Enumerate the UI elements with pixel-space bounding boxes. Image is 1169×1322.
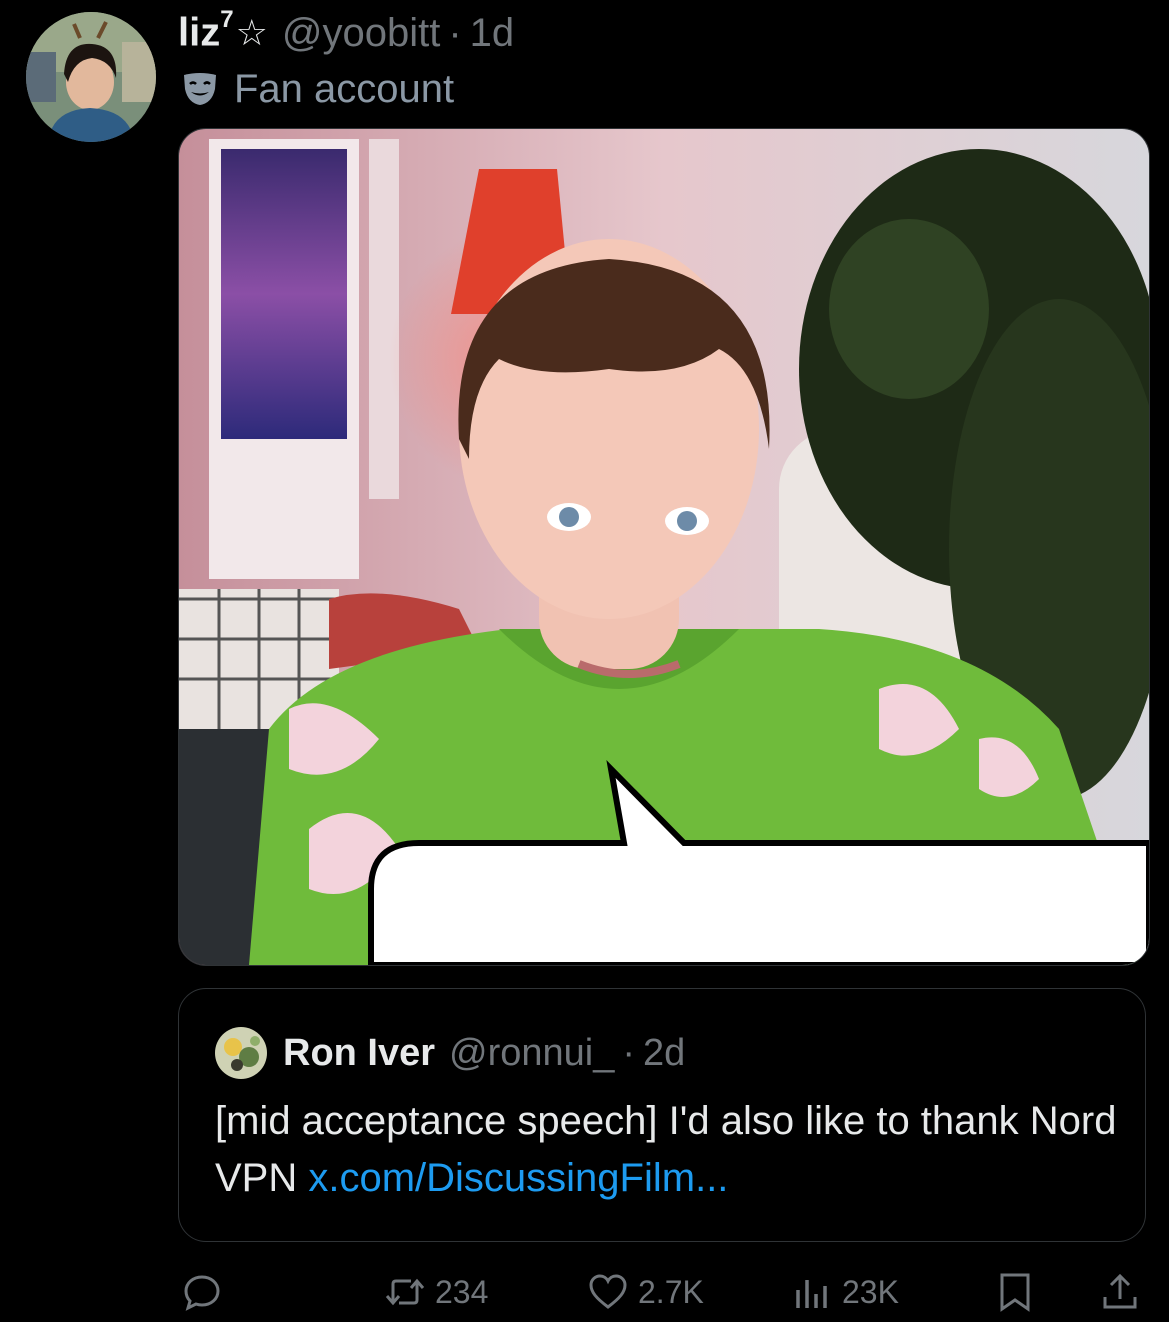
- action-bar: 234 2.7K 23K: [0, 1264, 1169, 1320]
- quote-separator-dot: ·: [622, 1031, 636, 1074]
- post-media[interactable]: [178, 128, 1150, 966]
- like-count: 2.7K: [638, 1273, 704, 1310]
- media-image: [179, 129, 1149, 965]
- share-button[interactable]: [1098, 1264, 1142, 1320]
- display-name-superscript: 7: [220, 6, 234, 34]
- quote-link[interactable]: x.com/DiscussingFilm...: [308, 1156, 728, 1200]
- author-avatar[interactable]: [26, 12, 156, 142]
- quoted-post[interactable]: Ron Iver @ronnui_ · 2d [mid acceptance s…: [178, 988, 1146, 1242]
- bookmark-button[interactable]: [993, 1264, 1037, 1320]
- heart-icon: [589, 1274, 627, 1309]
- bookmark-icon: [1000, 1273, 1030, 1312]
- share-icon: [1103, 1273, 1137, 1309]
- quote-header: Ron Iver @ronnui_ · 2d: [215, 1027, 685, 1079]
- account-label-text: Fan account: [234, 66, 455, 111]
- quote-text: [mid acceptance speech] I'd also like to…: [215, 1093, 1125, 1207]
- views-count: 23K: [842, 1273, 899, 1310]
- separator-dot: ·: [448, 10, 462, 55]
- repost-icon: [385, 1278, 425, 1306]
- quote-time: 2d: [643, 1031, 686, 1074]
- star-icon: ☆: [235, 12, 268, 53]
- repost-button[interactable]: 234: [383, 1264, 488, 1320]
- author-display-name[interactable]: liz7: [178, 6, 234, 55]
- post-time[interactable]: 1d: [470, 11, 515, 56]
- quote-author-handle: @ronnui_: [449, 1031, 615, 1074]
- theater-mask-icon: [184, 73, 216, 105]
- reply-button[interactable]: [180, 1264, 224, 1320]
- like-button[interactable]: 2.7K: [586, 1264, 704, 1320]
- account-label: Fan account: [178, 64, 454, 114]
- views-button[interactable]: 23K: [790, 1264, 899, 1320]
- author-handle[interactable]: @yoobitt: [282, 11, 440, 56]
- avatar-image: [26, 12, 156, 142]
- repost-count: 234: [435, 1273, 489, 1310]
- reply-icon: [184, 1275, 220, 1311]
- quote-author-avatar: [215, 1027, 267, 1079]
- quote-author-name: Ron Iver: [283, 1031, 436, 1074]
- views-icon: [796, 1280, 827, 1308]
- post-header: liz7 ☆ @yoobitt · 1d: [178, 6, 514, 60]
